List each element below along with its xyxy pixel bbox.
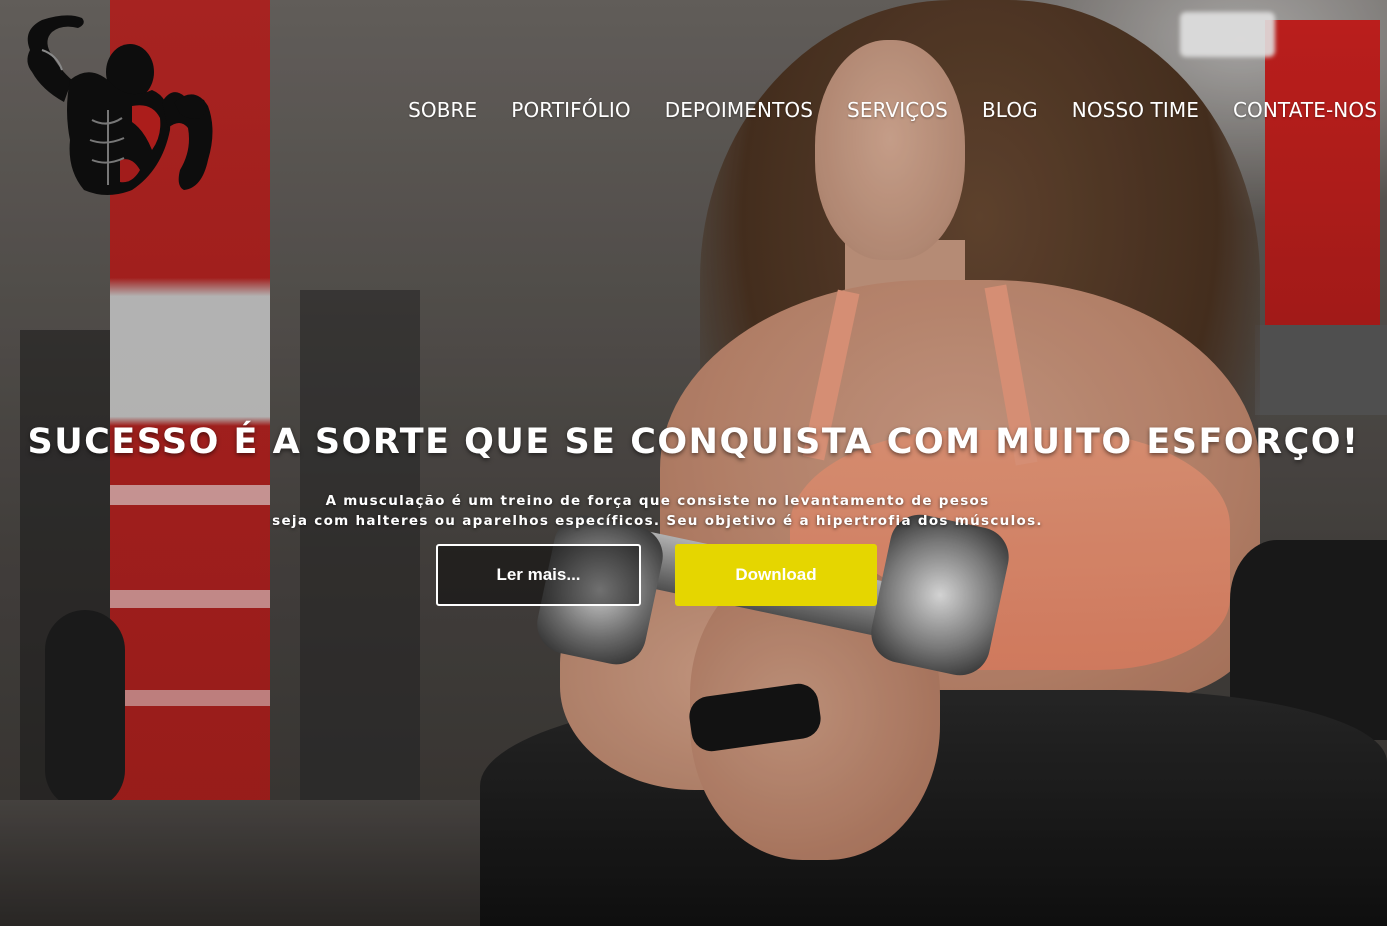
nav-item-servicos[interactable]: SERVIÇOS (830, 96, 965, 124)
nav-item-depoimentos[interactable]: DEPOIMENTOS (648, 96, 830, 124)
bodybuilder-logo-svg (27, 15, 213, 195)
hero-subtext: A musculação é um treino de força que co… (0, 491, 1315, 531)
nav-item-portifolio[interactable]: PORTIFÓLIO (494, 96, 647, 124)
nav-item-sobre[interactable]: SOBRE (391, 96, 494, 124)
hero-headline: SUCESSO É A SORTE QUE SE CONQUISTA COM M… (27, 422, 1360, 462)
download-button[interactable]: Download (675, 544, 877, 606)
nav-item-blog[interactable]: BLOG (965, 96, 1055, 124)
main-nav: SOBRE PORTIFÓLIO DEPOIMENTOS SERVIÇOS BL… (391, 96, 1377, 124)
hero-subtext-line2: seja com halteres ou aparelhos específic… (272, 513, 1043, 529)
nav-item-nosso-time[interactable]: NOSSO TIME (1055, 96, 1216, 124)
bodybuilder-logo-icon[interactable] (12, 10, 217, 200)
nav-item-contate-nos[interactable]: CONTATE-NOS (1216, 96, 1377, 124)
read-more-button[interactable]: Ler mais... (436, 544, 641, 606)
hero-subtext-line1: A musculação é um treino de força que co… (325, 493, 990, 509)
